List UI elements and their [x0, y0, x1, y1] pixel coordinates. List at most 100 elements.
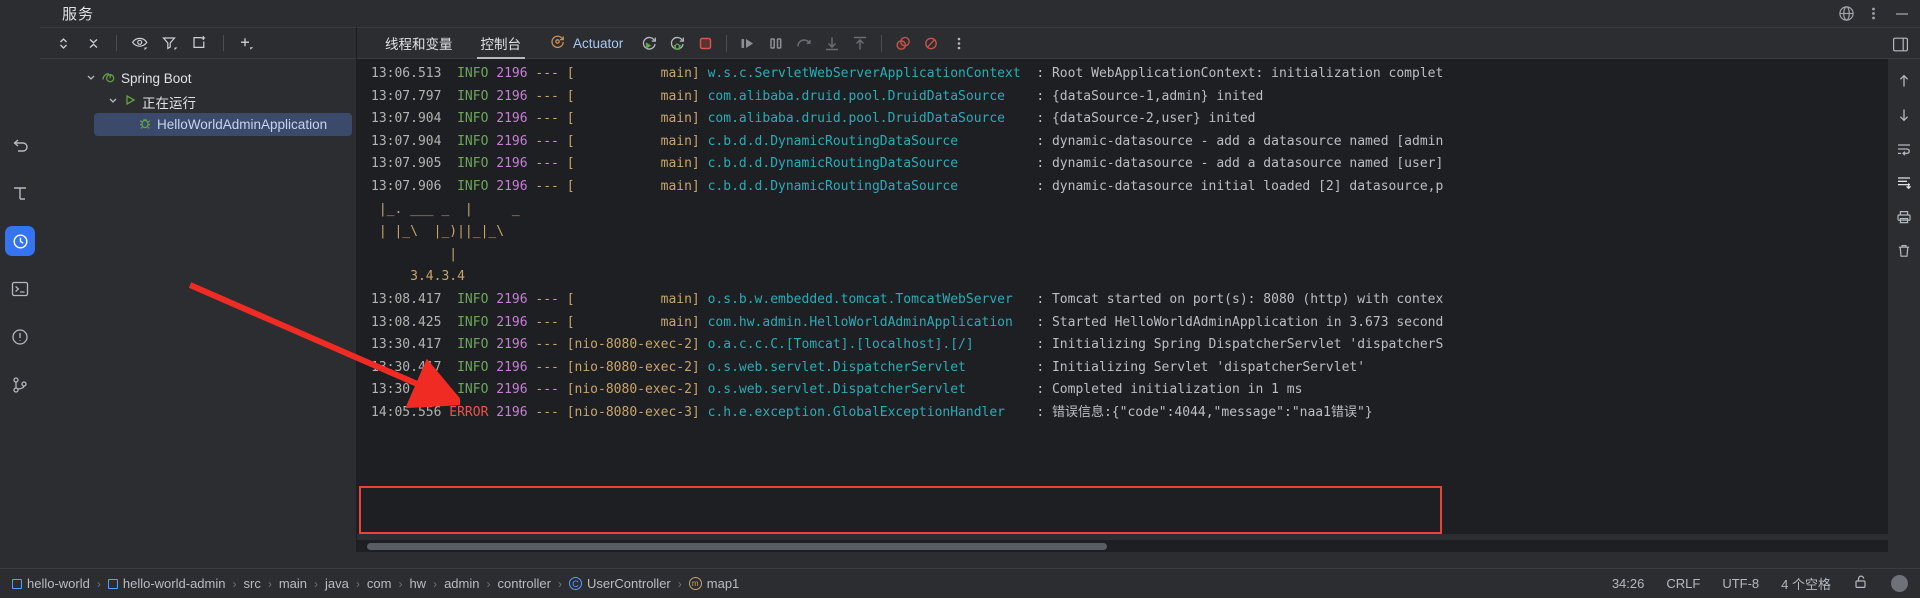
- caret-position[interactable]: 34:26: [1612, 576, 1645, 591]
- breadcrumb-label: java: [325, 576, 349, 591]
- log-separator: ---: [527, 337, 567, 353]
- log-message: : Root WebApplicationContext: initializa…: [1028, 66, 1444, 81]
- actuator-button[interactable]: Actuator: [535, 33, 635, 53]
- clear-all-icon[interactable]: [1894, 241, 1914, 261]
- toolbar-divider-2: [223, 35, 224, 51]
- rerun-debug-icon[interactable]: [663, 29, 691, 57]
- debug-icon[interactable]: [5, 226, 35, 256]
- problems-icon[interactable]: [5, 322, 35, 352]
- scroll-to-end-icon[interactable]: [1894, 173, 1914, 193]
- breadcrumb-item-admin[interactable]: admin: [444, 576, 479, 591]
- module-icon: [12, 578, 22, 589]
- more-options-icon[interactable]: [945, 29, 973, 57]
- scroll-down-icon[interactable]: [1894, 105, 1914, 125]
- version-control-icon[interactable]: [5, 370, 35, 400]
- print-icon[interactable]: [1894, 207, 1914, 227]
- mute-breakpoints-icon[interactable]: [889, 29, 917, 57]
- pause-icon[interactable]: [762, 29, 790, 57]
- resume-icon[interactable]: [734, 29, 762, 57]
- undo-icon[interactable]: [5, 130, 35, 160]
- log-message: : dynamic-datasource - add a datasource …: [1028, 133, 1444, 149]
- structure-icon[interactable]: [5, 178, 35, 208]
- collapse-all-icon[interactable]: [80, 30, 106, 56]
- tree-node-spring-boot[interactable]: Spring Boot: [40, 67, 356, 90]
- log-logger: com.alibaba.druid.pool.DruidDataSource: [707, 88, 1029, 104]
- log-pid: 2196: [496, 111, 528, 127]
- indent-setting[interactable]: 4 个空格: [1781, 574, 1831, 593]
- add-tab-icon[interactable]: [187, 30, 213, 56]
- terminal-icon[interactable]: [5, 274, 35, 304]
- breadcrumb-item-src[interactable]: src: [243, 576, 260, 591]
- log-pid: 2196: [496, 291, 528, 307]
- log-separator: ---: [527, 133, 567, 149]
- log-thread: [ main]: [566, 111, 700, 127]
- log-pid: 2196: [496, 66, 528, 81]
- breadcrumb-item-hello-world-admin[interactable]: hello-world-admin: [107, 576, 225, 591]
- tab-console[interactable]: 控制台: [467, 27, 536, 59]
- log-gap: [700, 337, 708, 352]
- breadcrumb-item-map1[interactable]: m map1: [688, 576, 740, 591]
- breadcrumb-item-UserController[interactable]: C UserController: [568, 576, 671, 591]
- tab-threads-and-variables[interactable]: 线程和变量: [371, 27, 467, 59]
- tree-node-label: Spring Boot: [121, 71, 192, 86]
- log-gap: [700, 292, 708, 307]
- log-gap: [700, 66, 708, 81]
- breadcrumb-item-controller[interactable]: controller: [497, 576, 550, 591]
- console-output[interactable]: 13:06.513 INFO 2196 --- [ main] w.s.c.Se…: [357, 59, 1888, 534]
- breadcrumb-item-main[interactable]: main: [279, 576, 307, 591]
- console-horizontal-scrollbar[interactable]: [357, 540, 1888, 552]
- log-pid: 2196: [496, 382, 528, 398]
- log-thread: [nio-8080-exec-3]: [566, 404, 700, 420]
- breadcrumb-separator: ›: [96, 576, 101, 591]
- log-message: : Tomcat started on port(s): 8080 (http)…: [1028, 291, 1444, 307]
- view-breakpoints-icon[interactable]: [917, 29, 945, 57]
- plus-icon[interactable]: [234, 30, 260, 56]
- log-message: : dynamic-datasource - add a datasource …: [1028, 156, 1444, 172]
- log-pid: 2196: [496, 404, 528, 420]
- unlocked-icon[interactable]: [1853, 574, 1869, 593]
- split-view-icon[interactable]: [1886, 30, 1914, 58]
- tree-node-running[interactable]: 正在运行: [40, 90, 356, 113]
- step-over-icon[interactable]: [790, 29, 818, 57]
- breadcrumb-label: main: [278, 576, 308, 591]
- eye-icon[interactable]: [127, 30, 153, 56]
- log-level: INFO: [449, 88, 497, 104]
- log-separator: ---: [527, 314, 567, 330]
- step-into-icon[interactable]: [818, 29, 846, 57]
- globe-icon[interactable]: [1838, 5, 1855, 22]
- breadcrumb-item-com[interactable]: com: [367, 576, 392, 591]
- breadcrumb-label: map1: [706, 576, 740, 591]
- log-line: | |_\ |_)||_|_\: [357, 221, 1888, 244]
- breadcrumb-item-hello-world[interactable]: hello-world: [12, 576, 90, 591]
- expand-collapse-icon[interactable]: [50, 30, 76, 56]
- chevron-down-icon[interactable]: [86, 72, 96, 85]
- filter-icon[interactable]: [157, 30, 183, 56]
- file-encoding[interactable]: UTF-8: [1722, 576, 1759, 591]
- breadcrumb-item-java[interactable]: java: [325, 576, 349, 591]
- stop-icon[interactable]: [691, 29, 719, 57]
- log-line: 13:30.418 INFO 2196 --- [nio-8080-exec-2…: [357, 379, 1888, 402]
- log-timestamp: 13:07.904: [371, 133, 450, 149]
- soft-wrap-icon[interactable]: [1894, 139, 1914, 159]
- log-thread: [nio-8080-exec-2]: [566, 359, 700, 375]
- log-level: INFO: [449, 156, 497, 172]
- more-vertical-icon[interactable]: [1871, 5, 1876, 22]
- line-separator[interactable]: CRLF: [1666, 576, 1700, 591]
- run-icon: [123, 93, 137, 110]
- log-message: : Initializing Spring DispatcherServlet …: [1028, 337, 1444, 353]
- breadcrumb-label: UserController: [586, 576, 671, 591]
- tree-node-helloworldadminapplication[interactable]: HelloWorldAdminApplication: [94, 113, 352, 136]
- avatar[interactable]: [1891, 575, 1908, 592]
- breadcrumb-item-hw[interactable]: hw: [409, 576, 426, 591]
- title-bar-left-gap: [0, 0, 40, 27]
- chevron-down-icon[interactable]: [108, 95, 118, 108]
- scroll-up-icon[interactable]: [1894, 71, 1914, 91]
- scrollbar-thumb[interactable]: [367, 543, 1107, 550]
- step-out-icon[interactable]: [846, 29, 874, 57]
- annotation-arrow: [188, 282, 460, 409]
- minimize-icon[interactable]: [1892, 5, 1912, 22]
- log-separator: ---: [527, 291, 567, 307]
- rerun-icon[interactable]: [635, 29, 663, 57]
- log-separator: ---: [527, 178, 567, 194]
- log-gap: [700, 360, 708, 375]
